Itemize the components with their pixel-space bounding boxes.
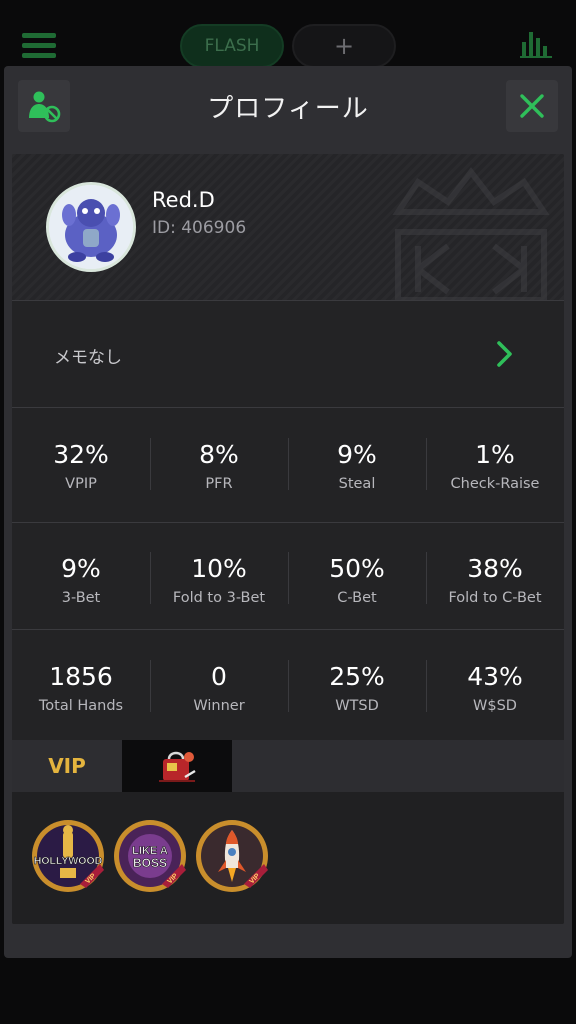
stat-value: 38% [467,554,523,583]
stat-label: WTSD [335,698,379,714]
stat-vpip: 32% VPIP [12,408,150,514]
stat-wsd: 43% W$SD [426,630,564,736]
stat-label: Fold to C-Bet [448,590,542,606]
tab-flash[interactable]: FLASH [180,24,284,68]
stats-row: 1856 Total Hands 0 Winner 25% WTSD 43% W… [12,630,564,736]
stat-total-hands: 1856 Total Hands [12,630,150,736]
chevron-right-icon [497,341,512,367]
stat-label: Steal [338,476,376,492]
sticker-bag-icon [159,751,196,782]
stat-pfr: 8% PFR [150,408,288,514]
stat-check-raise: 1% Check-Raise [426,408,564,514]
user-block-icon [29,91,61,123]
badge-text: HOLLYWOOD [34,855,103,867]
stat-value: 32% [53,440,109,469]
tab-stickers[interactable] [122,740,232,792]
stat-value: 43% [467,662,523,691]
stat-label: 3-Bet [61,590,101,606]
stat-value: 1% [475,440,515,469]
stat-steal: 9% Steal [288,408,426,514]
stat-value: 9% [61,554,101,583]
stat-value: 0 [211,662,227,691]
stats-chart-icon[interactable] [520,30,552,58]
memo-text: メモなし [54,348,122,368]
user-id: ID: 406906 [152,218,247,238]
block-user-button[interactable] [18,80,70,132]
profile-modal: プロフィール Red.D ID: 406906 メモなし 32% VPIP 8%… [4,66,572,958]
stat-label: Fold to 3-Bet [172,590,266,606]
stat-winner: 0 Winner [150,630,288,736]
like-a-boss-badge-icon[interactable]: LIKE A BOSS VIP [112,818,188,894]
crest-watermark-icon [392,167,550,300]
stat-value: 8% [199,440,239,469]
stat-3-bet: 9% 3-Bet [12,522,150,628]
close-icon [520,94,544,118]
modal-title: プロフィール [207,93,369,124]
stat-fold-to-3-bet: 10% Fold to 3-Bet [150,522,288,628]
app-top-bar: FLASH + [0,0,576,70]
stats-row: 9% 3-Bet 10% Fold to 3-Bet 50% C-Bet 38%… [12,522,564,628]
stat-value: 9% [337,440,377,469]
stat-value: 1856 [49,662,113,691]
stat-fold-to-c-bet: 38% Fold to C-Bet [426,522,564,628]
vip-badges: HOLLYWOOD VIP LIKE A BOSS VIP VIP [12,792,564,924]
close-button[interactable] [506,80,558,132]
tab-vip[interactable]: VIP [12,740,122,792]
stat-label: Check-Raise [450,476,540,492]
stat-value: 50% [329,554,385,583]
stat-value: 25% [329,662,385,691]
stat-label: C-Bet [337,590,377,606]
profile-panel: Red.D ID: 406906 メモなし 32% VPIP 8% PFR 9%… [12,154,564,924]
add-table-button[interactable]: + [292,24,396,68]
hollywood-badge-icon[interactable]: HOLLYWOOD VIP [30,818,106,894]
stats-row: 32% VPIP 8% PFR 9% Steal 1% Check-Raise [12,408,564,514]
profile-header: Red.D ID: 406906 [12,154,564,300]
rocket-badge-icon[interactable]: VIP [194,818,270,894]
stat-wtsd: 25% WTSD [288,630,426,736]
badge-text: BOSS [133,856,167,870]
stat-label: VPIP [65,476,97,492]
stat-value: 10% [191,554,247,583]
modal-header: プロフィール [4,66,572,146]
badge-tabs: VIP [12,740,564,792]
memo-row[interactable]: メモなし [12,301,564,407]
stat-label: Winner [193,698,245,714]
avatar[interactable] [46,182,136,272]
stat-c-bet: 50% C-Bet [288,522,426,628]
stat-label: Total Hands [38,698,124,714]
stat-label: PFR [205,476,233,492]
stat-label: W$SD [473,698,517,714]
username: Red.D [152,188,215,212]
hamburger-menu-icon[interactable] [22,33,56,59]
